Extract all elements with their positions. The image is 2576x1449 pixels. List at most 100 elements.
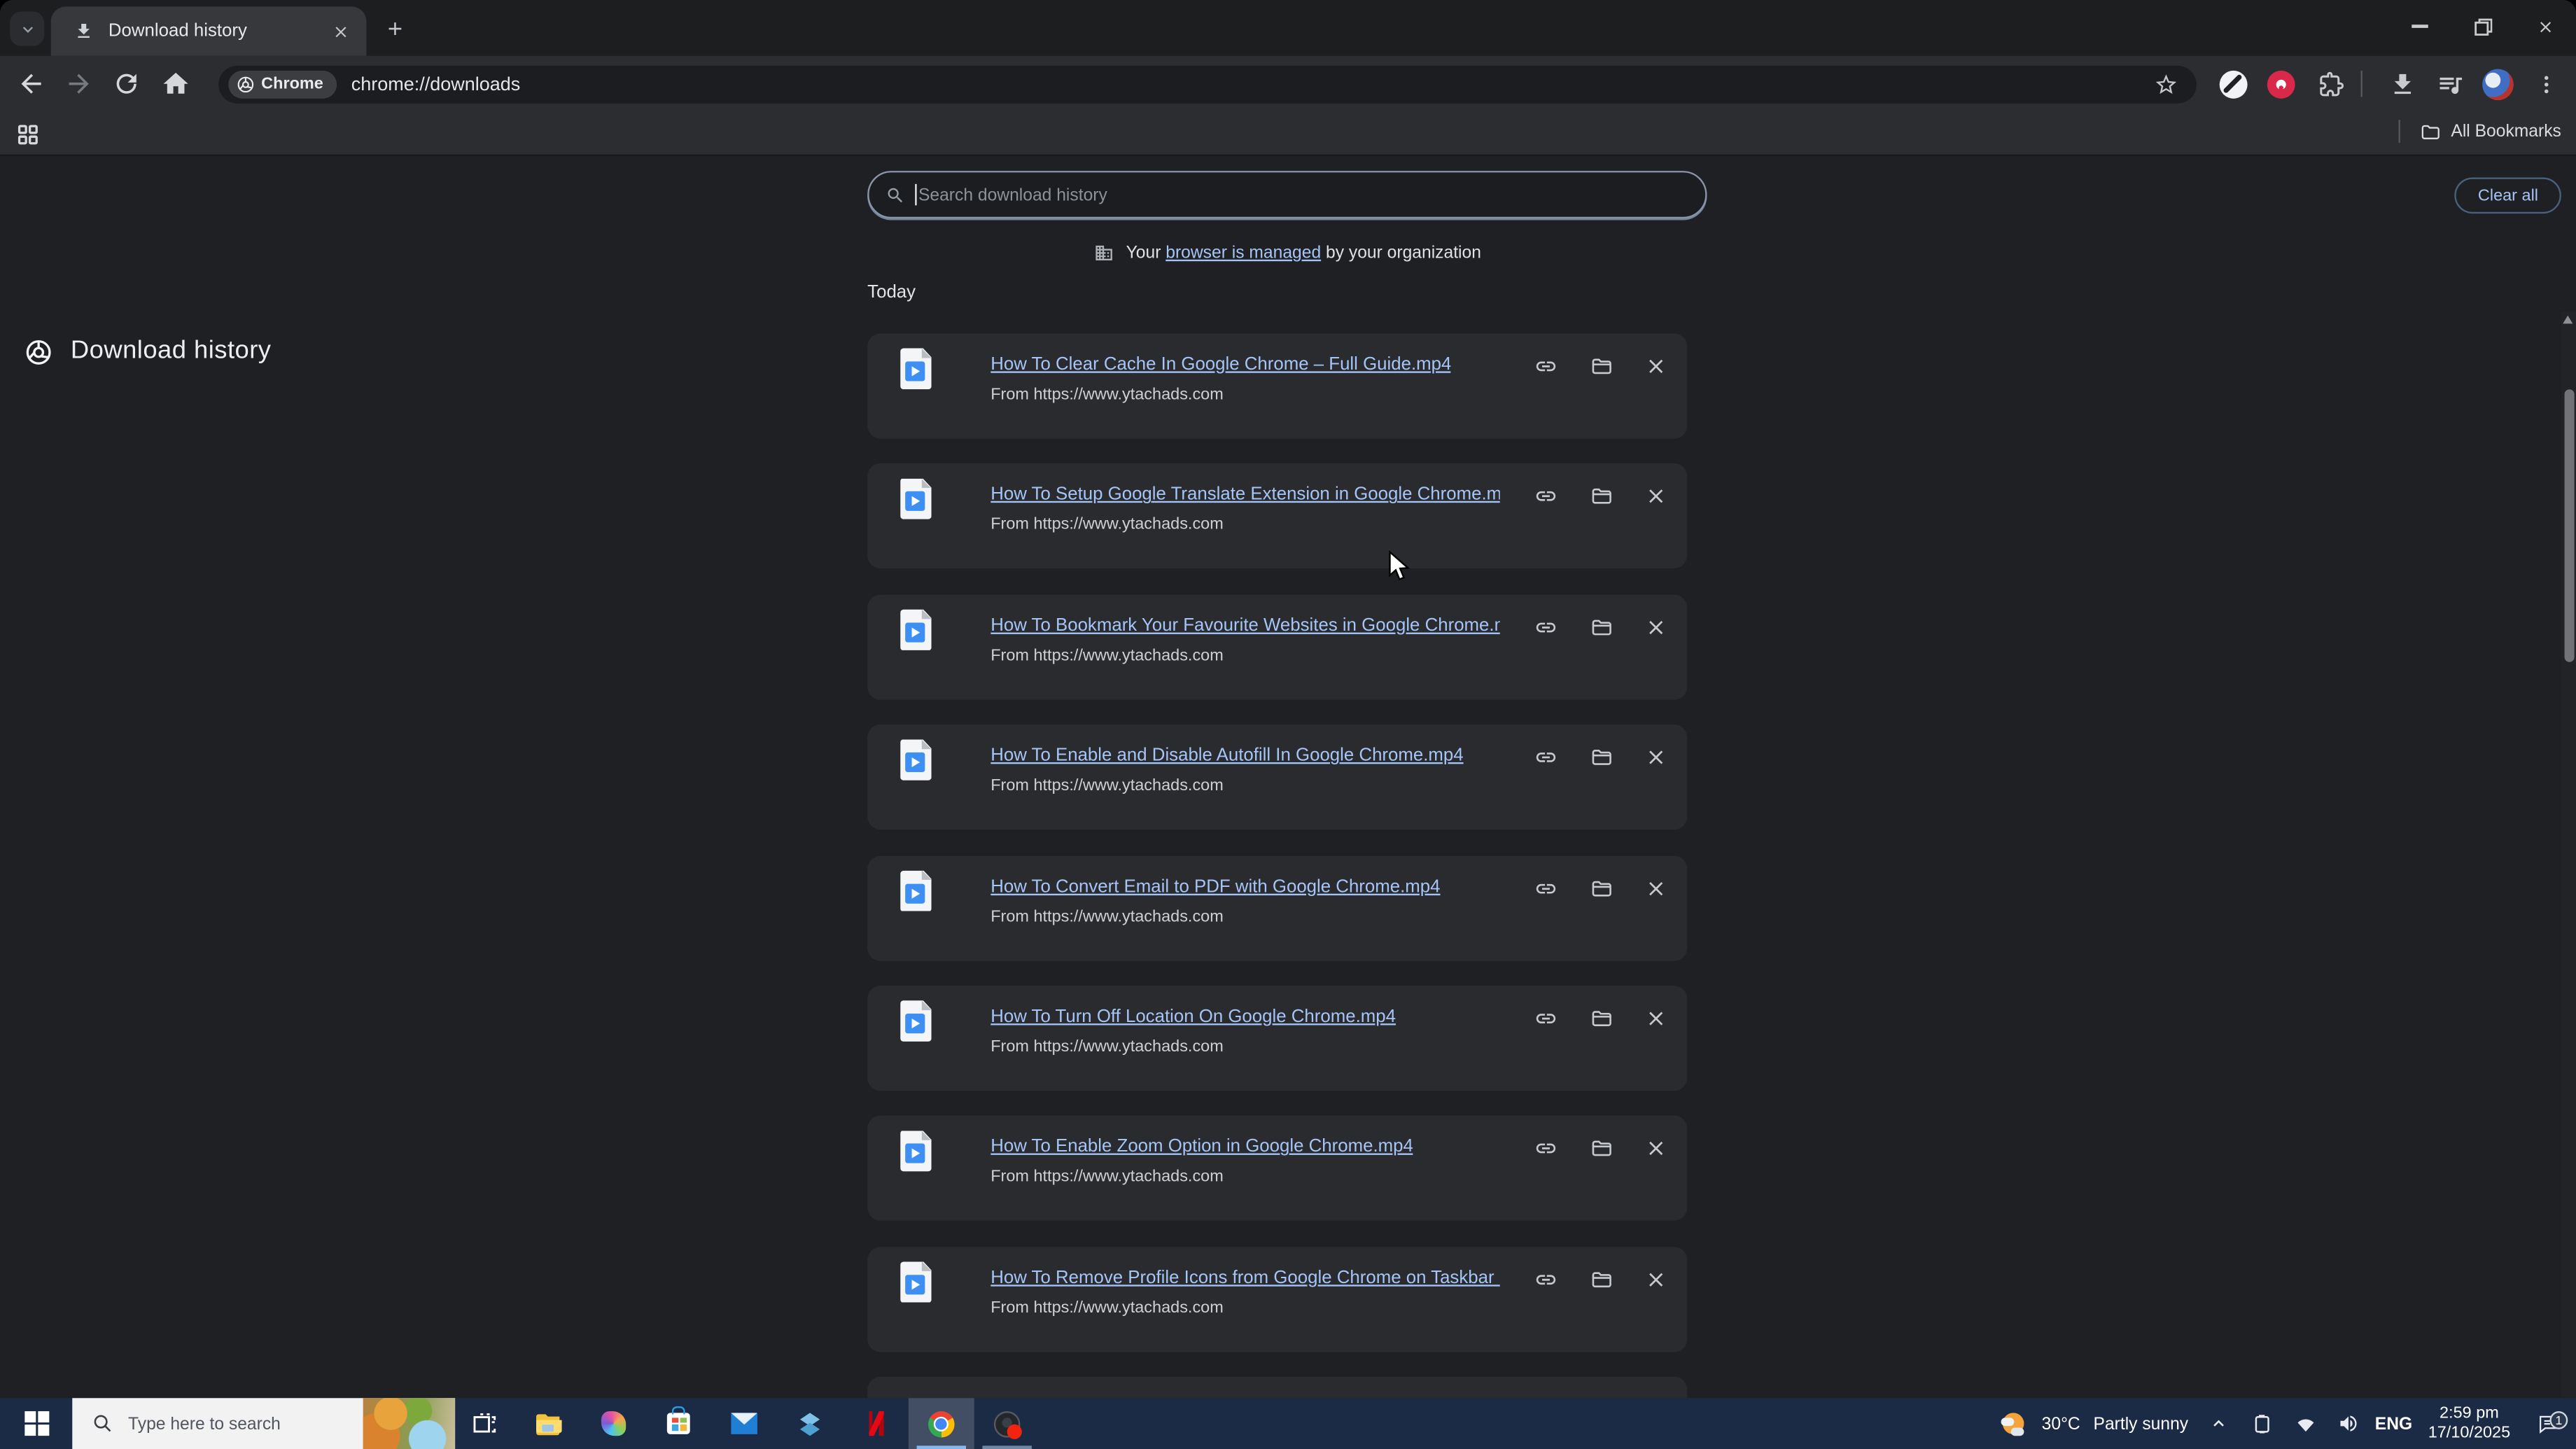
remove-download-icon[interactable] — [1644, 485, 1667, 508]
download-item: How To Bookmark Your Favourite Websites … — [867, 594, 1688, 700]
show-in-folder-icon[interactable] — [1590, 746, 1614, 769]
taskbar-app-store[interactable] — [645, 1398, 711, 1449]
bing-daily-image[interactable] — [363, 1398, 456, 1449]
download-file-link[interactable]: How To Turn Off Location On Google Chrom… — [990, 1007, 1396, 1027]
bookmark-star-icon[interactable] — [2154, 72, 2178, 97]
taskbar-clock[interactable]: 2:59 pm 17/10/2025 — [2418, 1405, 2521, 1443]
tab-close-icon[interactable] — [332, 22, 350, 41]
copilot-icon — [600, 1411, 626, 1436]
mail-icon — [731, 1413, 757, 1434]
show-in-folder-icon[interactable] — [1590, 616, 1614, 639]
scrollbar-thumb[interactable] — [2563, 389, 2574, 662]
new-tab-button[interactable] — [378, 11, 412, 46]
action-center-button[interactable]: 1 — [2520, 1410, 2576, 1435]
volume-icon[interactable] — [2326, 1413, 2369, 1434]
windows-logo-icon — [24, 1411, 49, 1436]
clear-all-button[interactable]: Clear all — [2455, 177, 2561, 214]
taskbar-app-chrome[interactable] — [908, 1398, 974, 1449]
copy-link-icon[interactable] — [1534, 355, 1558, 378]
download-source: From https://www.ytachads.com — [990, 1168, 1224, 1187]
show-in-folder-icon[interactable] — [1590, 1138, 1614, 1161]
taskbar-app-file-explorer[interactable] — [514, 1398, 580, 1449]
show-in-folder-icon[interactable] — [1590, 1007, 1614, 1030]
managed-link[interactable]: browser is managed — [1166, 243, 1321, 262]
weather-temp[interactable]: 30°C — [2042, 1414, 2080, 1434]
remove-download-icon[interactable] — [1644, 616, 1667, 639]
remove-download-icon[interactable] — [1644, 1268, 1667, 1291]
all-bookmarks-button[interactable]: All Bookmarks — [2398, 120, 2561, 144]
downloads-toolbar-icon[interactable] — [2388, 71, 2416, 99]
task-view-button[interactable] — [455, 1398, 514, 1449]
taskbar-app-defender[interactable] — [777, 1398, 843, 1449]
device-icon — [2255, 1414, 2269, 1433]
download-file-link[interactable]: How To Convert Email to PDF with Google … — [990, 876, 1440, 896]
download-file-link[interactable]: How To Remove Profile Icons from Google … — [990, 1268, 1500, 1287]
taskbar-search-box[interactable] — [72, 1398, 456, 1449]
bookmarks-separator — [2398, 120, 2400, 144]
weather-condition[interactable]: Partly sunny — [2094, 1414, 2189, 1434]
wifi-glyph — [2297, 1419, 2314, 1432]
show-in-folder-icon[interactable] — [1590, 355, 1614, 378]
mouse-cursor — [1389, 550, 1410, 581]
reload-button[interactable] — [112, 69, 141, 99]
site-chip[interactable]: Chrome — [228, 70, 337, 99]
show-in-folder-icon[interactable] — [1590, 876, 1614, 899]
home-button[interactable] — [161, 69, 190, 99]
tab-title: Download history — [108, 21, 247, 41]
restore-button[interactable] — [2451, 0, 2514, 52]
remove-download-icon[interactable] — [1644, 1007, 1667, 1030]
address-bar[interactable]: Chrome chrome://downloads — [218, 65, 2197, 104]
forward-button[interactable] — [64, 69, 94, 99]
extension-icon-red[interactable] — [2267, 70, 2295, 99]
taskbar-app-netflix[interactable] — [843, 1398, 909, 1449]
copy-link-icon[interactable] — [1534, 746, 1558, 769]
extensions-puzzle-icon[interactable] — [2316, 71, 2344, 99]
start-button[interactable] — [0, 1398, 72, 1449]
wifi-icon[interactable] — [2283, 1413, 2326, 1434]
download-file-link[interactable]: How To Setup Google Translate Extension … — [990, 485, 1500, 505]
cast-device-icon[interactable] — [2241, 1414, 2283, 1434]
remove-download-icon[interactable] — [1644, 355, 1667, 378]
page-header: Download history — [24, 337, 271, 366]
show-in-folder-icon[interactable] — [1590, 485, 1614, 508]
copy-link-icon[interactable] — [1534, 1268, 1558, 1291]
remove-download-icon[interactable] — [1644, 746, 1667, 769]
back-button[interactable] — [16, 69, 46, 99]
copy-link-icon[interactable] — [1534, 876, 1558, 899]
download-source: From https://www.ytachads.com — [990, 907, 1224, 926]
tab-search-button[interactable] — [10, 11, 45, 46]
download-file-link[interactable]: How To Clear Cache In Google Chrome – Fu… — [990, 355, 1451, 374]
tray-expand-chevron[interactable] — [2195, 1415, 2241, 1433]
copy-link-icon[interactable] — [1534, 1007, 1558, 1030]
copy-link-icon[interactable] — [1534, 1138, 1558, 1161]
remove-download-icon[interactable] — [1644, 876, 1667, 899]
menu-kebab-icon[interactable] — [2535, 71, 2558, 99]
scrollbar[interactable] — [2561, 312, 2576, 1449]
scroll-up-arrow[interactable] — [2563, 315, 2573, 324]
download-file-link[interactable]: How To Bookmark Your Favourite Websites … — [990, 616, 1500, 636]
toolbar-separator — [2360, 70, 2362, 97]
tab-download-history[interactable]: Download history — [50, 6, 367, 56]
remove-download-icon[interactable] — [1644, 1138, 1667, 1161]
language-indicator[interactable]: ENG — [2369, 1414, 2418, 1434]
taskbar-app-copilot[interactable] — [580, 1398, 645, 1449]
show-in-folder-icon[interactable] — [1590, 1268, 1614, 1291]
apps-grid-icon[interactable] — [16, 123, 39, 146]
download-file-link[interactable]: How To Enable and Disable Autofill In Go… — [990, 746, 1463, 766]
download-item: How To Turn Off Location On Google Chrom… — [867, 986, 1688, 1091]
taskbar-app-obs[interactable] — [974, 1398, 1040, 1449]
download-search-input[interactable] — [918, 185, 1689, 205]
copy-link-icon[interactable] — [1534, 485, 1558, 508]
extension-icon-dark[interactable] — [2219, 70, 2248, 99]
taskbar-app-mail[interactable] — [711, 1398, 777, 1449]
copy-link-icon[interactable] — [1534, 616, 1558, 639]
weather-icon[interactable] — [1992, 1410, 2035, 1437]
download-source: From https://www.ytachads.com — [990, 516, 1224, 535]
minimize-button[interactable] — [2388, 0, 2451, 52]
taskbar-search-icon — [94, 1415, 111, 1432]
profile-avatar[interactable] — [2482, 69, 2514, 101]
download-file-link[interactable]: How To Enable Zoom Option in Google Chro… — [990, 1138, 1413, 1157]
download-search-box[interactable] — [867, 171, 1707, 219]
close-window-button[interactable] — [2514, 0, 2576, 52]
media-queue-icon[interactable] — [2437, 71, 2465, 99]
